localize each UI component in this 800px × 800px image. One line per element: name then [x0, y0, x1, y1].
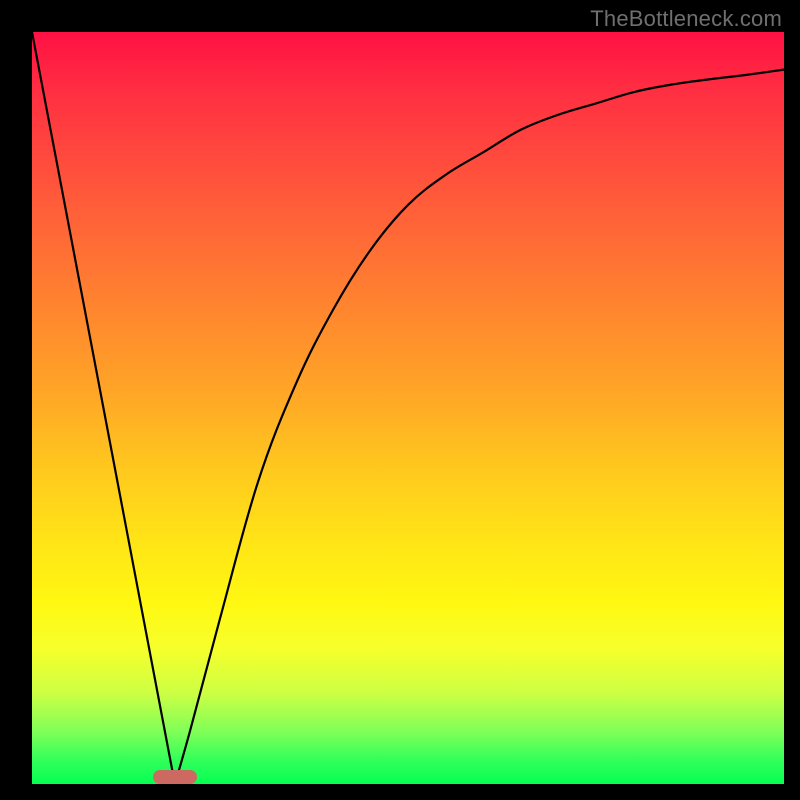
- chart-frame: TheBottleneck.com: [0, 0, 800, 800]
- bottleneck-indicator: [153, 770, 197, 784]
- watermark-text: TheBottleneck.com: [590, 6, 782, 32]
- bottleneck-curve: [32, 32, 784, 784]
- plot-area: [32, 32, 784, 784]
